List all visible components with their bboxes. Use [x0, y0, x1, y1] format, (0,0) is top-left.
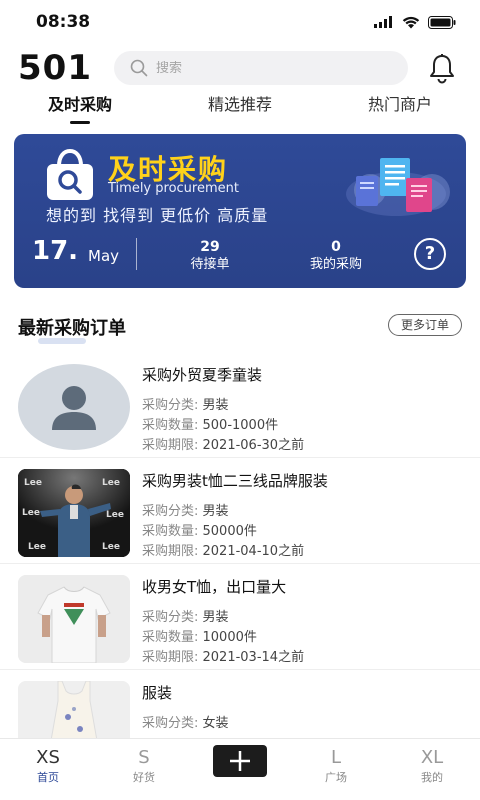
- cellular-signal-icon: [374, 16, 392, 28]
- order-list: 采购外贸夏季童装 采购分类: 男装 采购数量: 500-1000件 采购期限: …: [0, 352, 480, 738]
- dress-photo: [18, 681, 130, 738]
- nav-goods[interactable]: S 好货: [96, 739, 192, 800]
- order-quantity: 采购数量: 50000件: [142, 524, 257, 539]
- status-icons: [374, 15, 456, 29]
- order-title: 收男女T恤，出口量大: [142, 578, 287, 596]
- order-quantity: 采购数量: 10000件: [142, 630, 257, 645]
- procurement-banner[interactable]: 及时采购 Timely procurement 想的到 找得到 更低价 高质量 …: [14, 134, 466, 288]
- status-time: 08:38: [36, 12, 91, 32]
- user-avatar-icon: [52, 386, 96, 430]
- nav-home[interactable]: XS 首页: [0, 739, 96, 800]
- status-bar: 08:38: [0, 0, 480, 44]
- nav-home-label: 首页: [37, 771, 59, 784]
- my-purchases-count: 0: [331, 239, 341, 255]
- order-deadline: 采购期限: 2021-03-14之前: [142, 650, 305, 665]
- stats-divider: [136, 238, 137, 270]
- pending-orders-count: 29: [200, 239, 220, 255]
- more-orders-button[interactable]: 更多订单: [388, 314, 462, 336]
- section-title: 最新采购订单: [18, 318, 126, 339]
- tab-featured[interactable]: 精选推荐: [160, 90, 320, 126]
- plus-icon: [230, 751, 250, 771]
- man-photo: Lee Lee Lee Lee Lee Lee: [18, 469, 130, 557]
- pending-orders-stat[interactable]: 29 待接单: [160, 238, 260, 274]
- order-category: 采购分类: 男装: [142, 398, 229, 413]
- nav-goods-size: S: [138, 747, 150, 768]
- banner-slogan: 想的到 找得到 更低价 高质量: [46, 206, 269, 225]
- svg-text:Lee: Lee: [24, 478, 42, 488]
- order-item[interactable]: 采购外贸夏季童装 采购分类: 男装 采购数量: 500-1000件 采购期限: …: [0, 352, 480, 458]
- app-header: 501: [0, 48, 480, 88]
- nav-goods-label: 好货: [133, 771, 155, 784]
- shopping-bag-icon: [47, 148, 93, 200]
- tshirt-photo: [18, 575, 130, 663]
- nav-plaza-label: 广场: [325, 771, 347, 784]
- nav-mine-label: 我的: [421, 771, 443, 784]
- order-quantity: 采购数量: 500-1000件: [142, 418, 279, 433]
- order-category: 采购分类: 女装: [142, 716, 229, 731]
- nav-mine-size: XL: [420, 747, 444, 768]
- documents-illustration-icon: [346, 158, 450, 216]
- search-input[interactable]: [156, 60, 376, 76]
- my-purchases-label: 我的采购: [309, 257, 362, 272]
- svg-text:Lee: Lee: [102, 478, 120, 488]
- svg-text:Lee: Lee: [22, 508, 40, 518]
- avatar-placeholder: [18, 364, 130, 450]
- banner-stats-row: 17. May 29 待接单 0 我的采购 ?: [14, 234, 466, 280]
- my-purchases-stat[interactable]: 0 我的采购: [286, 238, 386, 274]
- bottom-navigation: XS 首页 S 好货 L 广场 XL 我的: [0, 738, 480, 800]
- dress-photo-image: [18, 681, 130, 738]
- nav-mine[interactable]: XL 我的: [384, 739, 480, 800]
- date-month: May: [88, 247, 120, 265]
- date-day: 17.: [32, 236, 79, 266]
- bell-icon: [430, 54, 454, 84]
- order-deadline: 采购期限: 2021-06-30之前: [142, 438, 305, 453]
- nav-add[interactable]: [192, 739, 288, 800]
- latest-orders-header: 最新采购订单 更多订单: [0, 310, 480, 346]
- search-icon: [130, 59, 148, 77]
- battery-icon: [428, 15, 456, 29]
- order-deadline: 采购期限: 2021-04-10之前: [142, 544, 305, 559]
- tab-popular-merchants[interactable]: 热门商户: [320, 90, 480, 126]
- search-bar[interactable]: [114, 51, 408, 85]
- notification-button[interactable]: [424, 50, 460, 86]
- man-photo-image: Lee Lee Lee Lee Lee Lee: [18, 469, 130, 557]
- wifi-icon: [402, 16, 420, 28]
- top-tabs: 及时采购 精选推荐 热门商户: [0, 90, 480, 126]
- svg-text:Lee: Lee: [28, 542, 46, 552]
- svg-text:Lee: Lee: [106, 510, 124, 520]
- help-icon[interactable]: ?: [414, 238, 446, 270]
- brand-logo: 501: [18, 48, 92, 88]
- nav-plaza-size: L: [330, 747, 342, 768]
- order-title: 服装: [142, 684, 173, 702]
- order-item[interactable]: Lee Lee Lee Lee Lee Lee 采购男装t恤二三线品牌服装 采购分类:…: [0, 458, 480, 564]
- pending-orders-label: 待接单: [190, 257, 230, 272]
- order-item[interactable]: 服装 采购分类: 女装: [0, 670, 480, 738]
- nav-plaza[interactable]: L 广场: [288, 739, 384, 800]
- order-title: 采购外贸夏季童装: [142, 366, 263, 384]
- tshirt-photo-image: [18, 575, 130, 663]
- order-category: 采购分类: 男装: [142, 610, 229, 625]
- tab-timely-procurement[interactable]: 及时采购: [0, 90, 160, 126]
- banner-subtitle: Timely procurement: [108, 181, 239, 196]
- add-button[interactable]: [213, 745, 267, 777]
- order-category: 采购分类: 男装: [142, 504, 229, 519]
- nav-home-size: XS: [36, 747, 60, 768]
- svg-text:Lee: Lee: [102, 542, 120, 552]
- order-item[interactable]: 收男女T恤，出口量大 采购分类: 男装 采购数量: 10000件 采购期限: 2…: [0, 564, 480, 670]
- order-title: 采购男装t恤二三线品牌服装: [142, 472, 328, 490]
